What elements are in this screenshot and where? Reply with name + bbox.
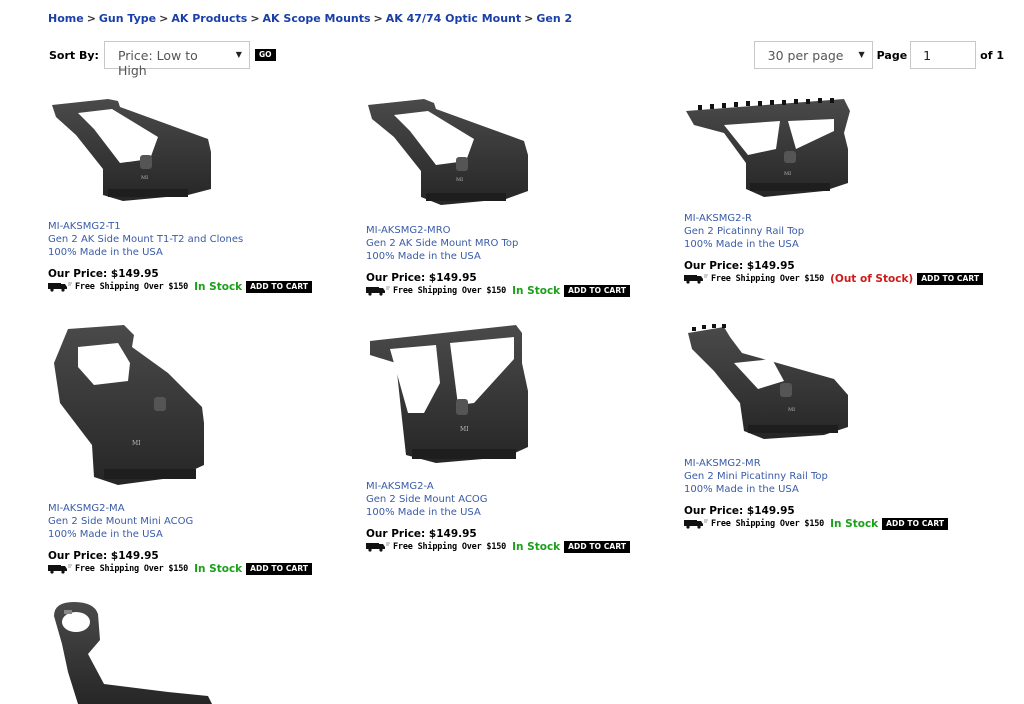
product-card: MI MI-AKSMG2-MA Gen 2 Side Mount Mini AC…: [48, 323, 348, 575]
svg-text:MI: MI: [784, 171, 791, 177]
shipping-note: Free Shipping Over $150: [75, 282, 189, 292]
product-name: Gen 2 Mini Picatinny Rail Top: [684, 471, 828, 482]
product-sku: MI-AKSMG2-A: [366, 481, 434, 492]
product-image[interactable]: MI: [48, 97, 218, 209]
product-sku: MI-AKSMG2-MA: [48, 503, 125, 514]
add-to-cart-button[interactable]: ADD TO CART: [882, 518, 949, 530]
page-total: of 1: [980, 48, 1004, 62]
product-name: Gen 2 Picatinny Rail Top: [684, 226, 805, 237]
go-button[interactable]: GO: [254, 49, 276, 61]
product-card: [48, 600, 348, 704]
product-origin: 100% Made in the USA: [366, 507, 481, 518]
product-image[interactable]: MI: [684, 97, 854, 201]
product-image[interactable]: MI: [684, 323, 854, 443]
product-origin: 100% Made in the USA: [684, 239, 799, 250]
product-origin: 100% Made in the USA: [366, 251, 481, 262]
shipping-note: Free Shipping Over $150: [711, 274, 825, 284]
product-price: Our Price: $149.95: [48, 550, 159, 562]
sort-bar: Sort By: Price: Low to High ▼ GO: [49, 41, 276, 78]
svg-text:MI: MI: [456, 177, 463, 183]
shipping-note: Free Shipping Over $150: [711, 519, 825, 529]
breadcrumb-separator: >: [524, 12, 534, 25]
shipping-note: Free Shipping Over $150: [75, 564, 189, 574]
add-to-cart-button[interactable]: ADD TO CART: [917, 273, 984, 285]
sort-label: Sort By:: [49, 48, 99, 62]
breadcrumb-separator: >: [159, 12, 169, 25]
add-to-cart-button[interactable]: ADD TO CART: [564, 285, 631, 297]
product-price: Our Price: $149.95: [366, 528, 477, 540]
product-card: MI MI-AKSMG2-A Gen 2 Side Mount ACOG 100…: [366, 323, 666, 553]
breadcrumb-separator: >: [250, 12, 260, 25]
breadcrumb-separator: >: [86, 12, 96, 25]
breadcrumb-home[interactable]: Home: [48, 12, 84, 25]
product-description[interactable]: MI-AKSMG2-MA Gen 2 Side Mount Mini ACOG …: [48, 502, 348, 541]
page-number-input[interactable]: 1: [910, 41, 977, 69]
chevron-down-icon: ▼: [235, 50, 242, 59]
product-price: Our Price: $149.95: [684, 505, 795, 517]
product-name: Gen 2 AK Side Mount T1-T2 and Clones: [48, 234, 244, 245]
product-image[interactable]: [48, 600, 218, 704]
chevron-down-icon: ▼: [858, 50, 865, 59]
truck-icon: [366, 286, 391, 297]
truck-icon: [48, 564, 73, 574]
product-sku: MI-AKSMG2-MR: [684, 458, 761, 469]
product-image[interactable]: MI: [366, 97, 536, 213]
svg-text:MI: MI: [788, 407, 795, 413]
stock-status: (Out of Stock): [830, 273, 914, 285]
breadcrumb-ak-optic-mount[interactable]: AK 47/74 Optic Mount: [386, 12, 521, 25]
add-to-cart-button[interactable]: ADD TO CART: [246, 563, 313, 575]
svg-text:MI: MI: [141, 175, 148, 181]
product-image[interactable]: MI: [48, 323, 208, 493]
svg-text:MI: MI: [460, 426, 469, 433]
add-to-cart-button[interactable]: ADD TO CART: [246, 281, 313, 293]
shipping-note: Free Shipping Over $150: [393, 542, 507, 552]
stock-status: In Stock: [512, 541, 561, 553]
page-label: Page: [876, 48, 908, 62]
product-origin: 100% Made in the USA: [48, 529, 163, 540]
product-price: Our Price: $149.95: [366, 272, 477, 284]
product-name: Gen 2 AK Side Mount MRO Top: [366, 238, 519, 249]
truck-icon: [48, 282, 73, 293]
breadcrumb: Home > Gun Type > AK Products > AK Scope Mount…: [48, 12, 572, 25]
stock-status: In Stock: [194, 563, 243, 575]
product-price: Our Price: $149.95: [48, 268, 159, 280]
breadcrumb-gun-type[interactable]: Gun Type: [99, 12, 156, 25]
product-origin: 100% Made in the USA: [684, 484, 799, 495]
product-description[interactable]: MI-AKSMG2-R Gen 2 Picatinny Rail Top 100…: [684, 212, 984, 251]
product-name: Gen 2 Side Mount Mini ACOG: [48, 516, 194, 527]
product-sku: MI-AKSMG2-R: [684, 213, 753, 224]
sort-select[interactable]: Price: Low to High ▼: [103, 41, 250, 78]
stock-status: In Stock: [194, 281, 243, 293]
truck-icon: [684, 519, 709, 529]
add-to-cart-button[interactable]: ADD TO CART: [564, 541, 631, 553]
per-page-select[interactable]: 30 per page ▼: [753, 41, 873, 69]
truck-icon: [366, 542, 391, 552]
paging-bar: 30 per page ▼ Page 1 of 1: [753, 41, 1004, 69]
product-description[interactable]: MI-AKSMG2-T1 Gen 2 AK Side Mount T1-T2 a…: [48, 220, 348, 259]
product-origin: 100% Made in the USA: [48, 247, 163, 258]
truck-icon: [684, 274, 709, 285]
per-page-value: 30 per page: [767, 48, 844, 63]
svg-text:MI: MI: [132, 440, 141, 447]
product-sku: MI-AKSMG2-T1: [48, 221, 121, 232]
product-card: MI MI-AKSMG2-R Gen 2 Picatinny Rail Top …: [684, 97, 984, 285]
breadcrumb-gen-2[interactable]: Gen 2: [536, 12, 572, 25]
sort-select-value: Price: Low to High: [117, 48, 198, 78]
stock-status: In Stock: [830, 518, 879, 530]
shipping-note: Free Shipping Over $150: [393, 286, 507, 296]
product-card: MI MI-AKSMG2-MR Gen 2 Mini Picatinny Rai…: [684, 323, 984, 530]
product-card: MI MI-AKSMG2-T1 Gen 2 AK Side Mount T1-T…: [48, 97, 348, 293]
breadcrumb-separator: >: [373, 12, 383, 25]
product-description[interactable]: MI-AKSMG2-MRO Gen 2 AK Side Mount MRO To…: [366, 224, 666, 263]
product-image[interactable]: MI: [366, 323, 536, 469]
product-sku: MI-AKSMG2-MRO: [366, 225, 451, 236]
breadcrumb-ak-scope-mounts[interactable]: AK Scope Mounts: [263, 12, 371, 25]
product-description[interactable]: MI-AKSMG2-MR Gen 2 Mini Picatinny Rail T…: [684, 457, 984, 496]
product-price: Our Price: $149.95: [684, 260, 795, 272]
product-description[interactable]: MI-AKSMG2-A Gen 2 Side Mount ACOG 100% M…: [366, 480, 666, 519]
product-card: MI MI-AKSMG2-MRO Gen 2 AK Side Mount MRO…: [366, 97, 666, 297]
stock-status: In Stock: [512, 285, 561, 297]
product-name: Gen 2 Side Mount ACOG: [366, 494, 488, 505]
breadcrumb-ak-products[interactable]: AK Products: [171, 12, 247, 25]
